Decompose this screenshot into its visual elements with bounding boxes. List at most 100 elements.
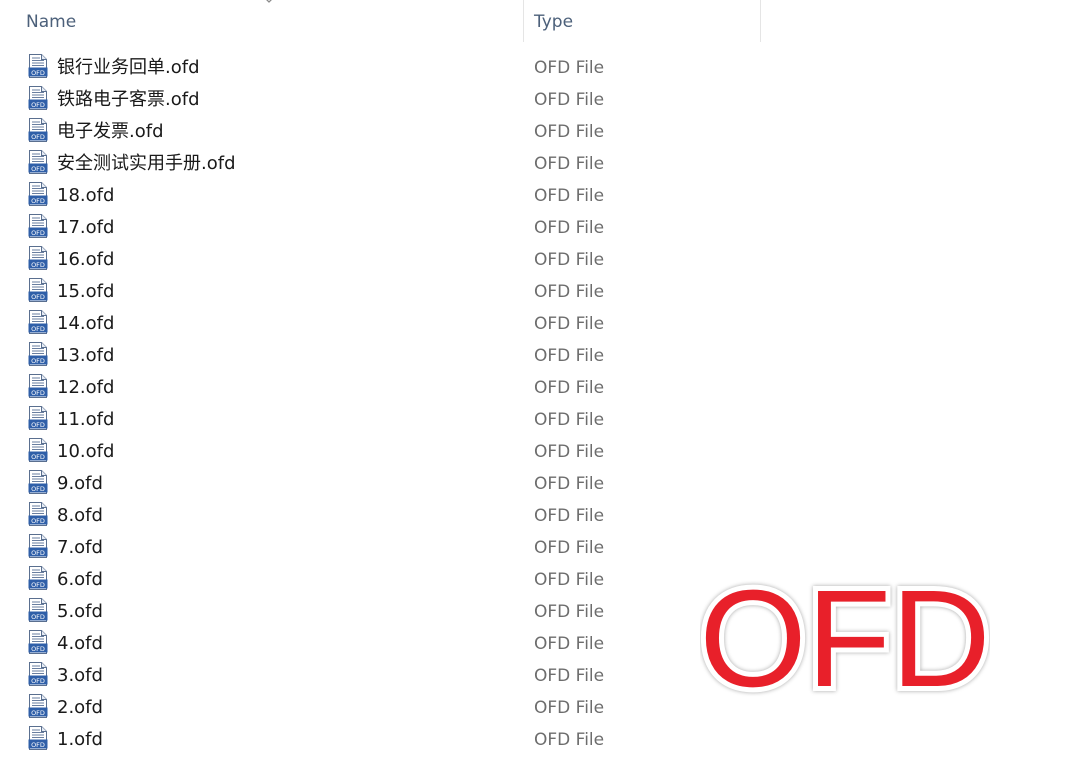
ofd-file-icon: OFD xyxy=(28,54,48,78)
file-type: OFD File xyxy=(534,730,605,750)
ofd-watermark-text: OFD xyxy=(700,568,990,708)
file-type: OFD File xyxy=(534,698,605,718)
file-row[interactable]: OFD 17.ofd OFD File xyxy=(0,212,761,244)
ofd-file-icon: OFD xyxy=(28,438,48,462)
svg-text:OFD: OFD xyxy=(31,133,45,141)
file-type: OFD File xyxy=(534,634,605,654)
file-name: 铁路电子客票.ofd xyxy=(57,89,200,110)
ofd-file-icon: OFD xyxy=(28,182,48,206)
name-column-header[interactable]: Name xyxy=(0,0,524,42)
svg-text:OFD: OFD xyxy=(31,165,45,173)
svg-text:OFD: OFD xyxy=(31,389,45,397)
ofd-file-icon: OFD xyxy=(28,662,48,686)
ofd-watermark: OFD xyxy=(700,568,990,708)
file-type: OFD File xyxy=(534,506,605,526)
file-name: 7.ofd xyxy=(57,537,103,558)
file-type: OFD File xyxy=(534,538,605,558)
svg-text:OFD: OFD xyxy=(31,581,45,589)
file-name: 4.ofd xyxy=(57,633,103,654)
file-type: OFD File xyxy=(534,90,605,110)
file-name: 安全测试实用手册.ofd xyxy=(57,153,236,174)
file-type: OFD File xyxy=(534,122,605,142)
ofd-file-icon: OFD xyxy=(28,214,48,238)
svg-text:OFD: OFD xyxy=(31,517,45,525)
file-row[interactable]: OFD 15.ofd OFD File xyxy=(0,276,761,308)
file-row[interactable]: OFD 10.ofd OFD File xyxy=(0,436,761,468)
ofd-file-icon: OFD xyxy=(28,150,48,174)
svg-text:OFD: OFD xyxy=(31,229,45,237)
file-list: OFD 银行业务回单.ofd OFD File OFD 铁路电子客票.ofd O… xyxy=(0,52,761,756)
file-row[interactable]: OFD 4.ofd OFD File xyxy=(0,628,761,660)
file-name: 14.ofd xyxy=(57,313,115,334)
file-row[interactable]: OFD 6.ofd OFD File xyxy=(0,564,761,596)
file-name: 银行业务回单.ofd xyxy=(57,57,200,78)
file-type: OFD File xyxy=(534,602,605,622)
file-type: OFD File xyxy=(534,154,605,174)
column-header: Name Type xyxy=(0,0,761,42)
file-name: 18.ofd xyxy=(57,185,115,206)
file-row[interactable]: OFD 12.ofd OFD File xyxy=(0,372,761,404)
file-type: OFD File xyxy=(534,250,605,270)
svg-text:OFD: OFD xyxy=(31,325,45,333)
file-row[interactable]: OFD 11.ofd OFD File xyxy=(0,404,761,436)
svg-text:OFD: OFD xyxy=(31,549,45,557)
ofd-file-icon: OFD xyxy=(28,694,48,718)
svg-text:OFD: OFD xyxy=(31,741,45,749)
file-name: 17.ofd xyxy=(57,217,115,238)
file-row[interactable]: OFD 银行业务回单.ofd OFD File xyxy=(0,52,761,84)
file-row[interactable]: OFD 8.ofd OFD File xyxy=(0,500,761,532)
file-name: 1.ofd xyxy=(57,729,103,750)
file-name: 9.ofd xyxy=(57,473,103,494)
file-row[interactable]: OFD 1.ofd OFD File xyxy=(0,724,761,756)
svg-text:OFD: OFD xyxy=(31,613,45,621)
file-row[interactable]: OFD 7.ofd OFD File xyxy=(0,532,761,564)
file-type: OFD File xyxy=(534,570,605,590)
ofd-file-icon: OFD xyxy=(28,534,48,558)
ofd-file-icon: OFD xyxy=(28,566,48,590)
file-name: 3.ofd xyxy=(57,665,103,686)
file-type: OFD File xyxy=(534,186,605,206)
file-row[interactable]: OFD 14.ofd OFD File xyxy=(0,308,761,340)
file-row[interactable]: OFD 安全测试实用手册.ofd OFD File xyxy=(0,148,761,180)
file-name: 8.ofd xyxy=(57,505,103,526)
ofd-file-icon: OFD xyxy=(28,374,48,398)
ofd-file-icon: OFD xyxy=(28,310,48,334)
file-type: OFD File xyxy=(534,442,605,462)
ofd-file-icon: OFD xyxy=(28,246,48,270)
svg-text:OFD: OFD xyxy=(31,421,45,429)
file-row[interactable]: OFD 16.ofd OFD File xyxy=(0,244,761,276)
type-column-header[interactable]: Type xyxy=(525,0,761,42)
file-row[interactable]: OFD 9.ofd OFD File xyxy=(0,468,761,500)
file-name: 10.ofd xyxy=(57,441,115,462)
file-row[interactable]: OFD 铁路电子客票.ofd OFD File xyxy=(0,84,761,116)
ofd-file-icon: OFD xyxy=(28,406,48,430)
file-row[interactable]: OFD 5.ofd OFD File xyxy=(0,596,761,628)
file-name: 电子发票.ofd xyxy=(57,121,164,142)
file-row[interactable]: OFD 2.ofd OFD File xyxy=(0,692,761,724)
svg-text:OFD: OFD xyxy=(31,645,45,653)
file-row[interactable]: OFD 13.ofd OFD File xyxy=(0,340,761,372)
file-row[interactable]: OFD 电子发票.ofd OFD File xyxy=(0,116,761,148)
file-name: 13.ofd xyxy=(57,345,115,366)
svg-text:OFD: OFD xyxy=(31,293,45,301)
file-name: 11.ofd xyxy=(57,409,115,430)
svg-text:OFD: OFD xyxy=(31,677,45,685)
file-row[interactable]: OFD 18.ofd OFD File xyxy=(0,180,761,212)
svg-text:OFD: OFD xyxy=(31,101,45,109)
svg-text:OFD: OFD xyxy=(31,709,45,717)
ofd-file-icon: OFD xyxy=(28,598,48,622)
file-type: OFD File xyxy=(534,410,605,430)
file-row[interactable]: OFD 3.ofd OFD File xyxy=(0,660,761,692)
ofd-file-icon: OFD xyxy=(28,86,48,110)
ofd-file-icon: OFD xyxy=(28,502,48,526)
file-name: 16.ofd xyxy=(57,249,115,270)
ofd-file-icon: OFD xyxy=(28,470,48,494)
file-type: OFD File xyxy=(534,474,605,494)
ofd-file-icon: OFD xyxy=(28,726,48,750)
file-type: OFD File xyxy=(534,282,605,302)
svg-text:OFD: OFD xyxy=(31,357,45,365)
file-name: 15.ofd xyxy=(57,281,115,302)
file-type: OFD File xyxy=(534,666,605,686)
file-name: 2.ofd xyxy=(57,697,103,718)
file-name: 5.ofd xyxy=(57,601,103,622)
